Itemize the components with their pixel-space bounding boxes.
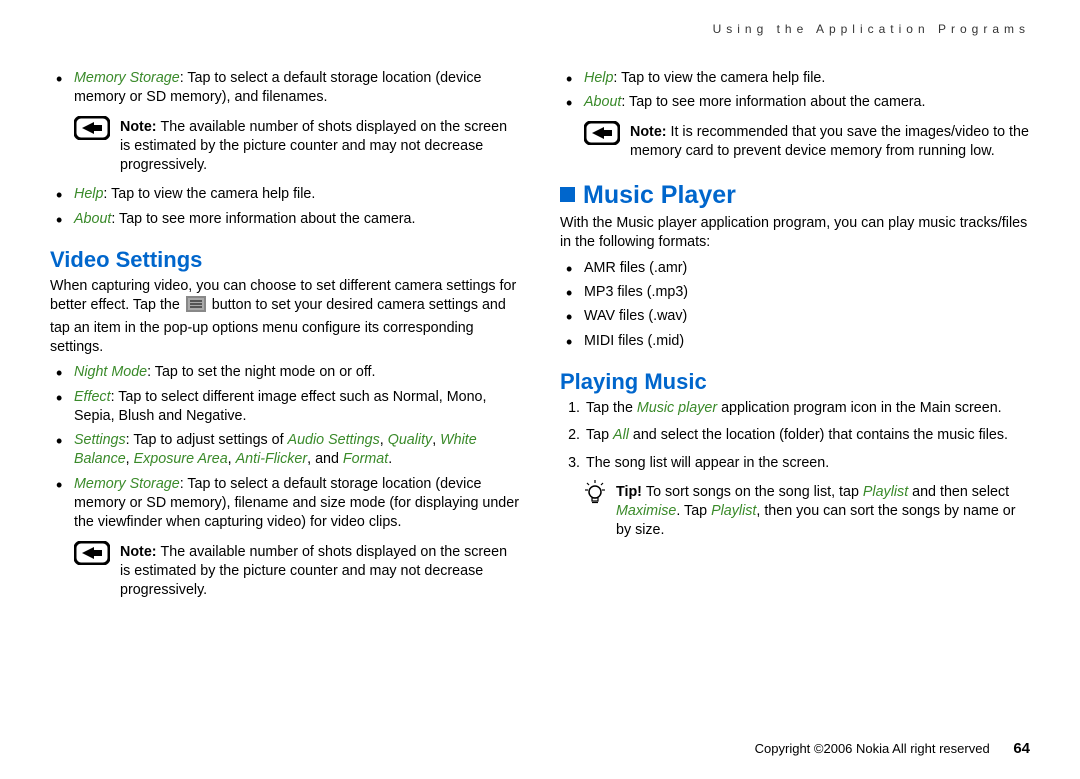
term: Maximise bbox=[616, 503, 676, 519]
note: Note: The available number of shots disp… bbox=[50, 543, 520, 601]
bullet-list: Help: Tap to view the camera help file. … bbox=[50, 185, 520, 229]
list-text: : Tap to view the camera help file. bbox=[613, 70, 825, 86]
list-text: : Tap to set the night mode on or off. bbox=[147, 364, 375, 380]
text: application program icon in the Main scr… bbox=[717, 400, 1002, 416]
list-text: : Tap to select different image effect s… bbox=[74, 389, 486, 424]
term: Anti-Flicker bbox=[236, 451, 308, 467]
term: Audio Settings bbox=[288, 432, 380, 448]
term: Playlist bbox=[711, 503, 756, 519]
section-heading-music-player: Music Player bbox=[560, 181, 1030, 210]
term: Playlist bbox=[863, 484, 908, 500]
list-item: Memory Storage: Tap to select a default … bbox=[74, 69, 520, 108]
section-heading-video-settings: Video Settings bbox=[50, 247, 520, 273]
list-item: Effect: Tap to select different image ef… bbox=[74, 388, 520, 427]
copyright-text: Copyright ©2006 Nokia All right reserved bbox=[755, 741, 990, 756]
list-item: Settings: Tap to adjust settings of Audi… bbox=[74, 431, 520, 470]
bullet-list: Memory Storage: Tap to select a default … bbox=[50, 69, 520, 108]
list-item: MP3 files (.mp3) bbox=[584, 283, 1030, 302]
list-item: Help: Tap to view the camera help file. bbox=[584, 69, 1030, 88]
term: About bbox=[74, 211, 111, 227]
note: Note: It is recommended that you save th… bbox=[560, 123, 1030, 162]
note-label: Note: bbox=[120, 544, 161, 560]
note-arrow-icon bbox=[584, 121, 620, 149]
note-body: The available number of shots displayed … bbox=[120, 544, 507, 599]
list-item: Tap the Music player application program… bbox=[584, 399, 1030, 418]
note-label: Note: bbox=[630, 124, 671, 140]
numbered-steps: Tap the Music player application program… bbox=[560, 399, 1030, 473]
text: and select the location (folder) that co… bbox=[629, 427, 1008, 443]
format-list: AMR files (.amr) MP3 files (.mp3) WAV fi… bbox=[560, 259, 1030, 351]
term: Settings bbox=[74, 432, 126, 448]
paragraph: When capturing video, you can choose to … bbox=[50, 277, 520, 357]
page-number: 64 bbox=[1013, 740, 1030, 757]
term: Format bbox=[343, 451, 388, 467]
square-bullet-icon bbox=[560, 187, 575, 202]
chapter-header: Using the Application Programs bbox=[713, 22, 1030, 36]
list-item: The song list will appear in the screen. bbox=[584, 454, 1030, 473]
bullet-list: Night Mode: Tap to set the night mode on… bbox=[50, 363, 520, 532]
list-item: AMR files (.amr) bbox=[584, 259, 1030, 278]
term: Quality bbox=[388, 432, 433, 448]
list-item: About: Tap to see more information about… bbox=[584, 93, 1030, 112]
list-item: About: Tap to see more information about… bbox=[74, 210, 520, 229]
text: and then select bbox=[908, 484, 1009, 500]
list-item: Help: Tap to view the camera help file. bbox=[74, 185, 520, 204]
term: Help bbox=[74, 186, 103, 202]
term: All bbox=[613, 427, 629, 443]
section-heading-playing-music: Playing Music bbox=[560, 369, 1030, 395]
right-column: Help: Tap to view the camera help file. … bbox=[560, 65, 1030, 611]
list-item: WAV files (.wav) bbox=[584, 307, 1030, 326]
menu-button-icon bbox=[186, 296, 206, 318]
term: Night Mode bbox=[74, 364, 147, 380]
lightbulb-icon bbox=[584, 480, 606, 510]
term: Exposure Area bbox=[134, 451, 228, 467]
list-item: Night Mode: Tap to set the night mode on… bbox=[74, 363, 520, 382]
text: , and bbox=[307, 451, 343, 467]
term: Help bbox=[584, 70, 613, 86]
text: . bbox=[388, 451, 392, 467]
note-arrow-icon bbox=[74, 116, 110, 144]
note-body: The available number of shots displayed … bbox=[120, 119, 507, 174]
heading-text: Music Player bbox=[583, 181, 736, 209]
text: Tap the bbox=[586, 400, 637, 416]
note-arrow-icon bbox=[74, 541, 110, 569]
list-item: MIDI files (.mid) bbox=[584, 332, 1030, 351]
list-item: Memory Storage: Tap to select a default … bbox=[74, 475, 520, 533]
term: Memory Storage bbox=[74, 70, 180, 86]
term: Music player bbox=[637, 400, 717, 416]
text: To sort songs on the song list, tap bbox=[646, 484, 863, 500]
list-item: Tap All and select the location (folder)… bbox=[584, 426, 1030, 445]
tip: Tip! To sort songs on the song list, tap… bbox=[560, 483, 1030, 541]
term: Memory Storage bbox=[74, 476, 180, 492]
text: . Tap bbox=[676, 503, 711, 519]
tip-label: Tip! bbox=[616, 484, 646, 500]
paragraph: With the Music player application progra… bbox=[560, 214, 1030, 253]
text: Tap bbox=[586, 427, 613, 443]
term: About bbox=[584, 94, 621, 110]
note: Note: The available number of shots disp… bbox=[50, 118, 520, 176]
page-footer: Copyright ©2006 Nokia All right reserved… bbox=[755, 740, 1030, 757]
note-label: Note: bbox=[120, 119, 161, 135]
text: : Tap to adjust settings of bbox=[126, 432, 288, 448]
bullet-list: Help: Tap to view the camera help file. … bbox=[560, 69, 1030, 113]
list-text: : Tap to see more information about the … bbox=[621, 94, 925, 110]
term: Effect bbox=[74, 389, 111, 405]
left-column: Memory Storage: Tap to select a default … bbox=[50, 65, 520, 611]
list-text: : Tap to view the camera help file. bbox=[103, 186, 315, 202]
list-text: : Tap to see more information about the … bbox=[111, 211, 415, 227]
note-body: It is recommended that you save the imag… bbox=[630, 124, 1029, 159]
